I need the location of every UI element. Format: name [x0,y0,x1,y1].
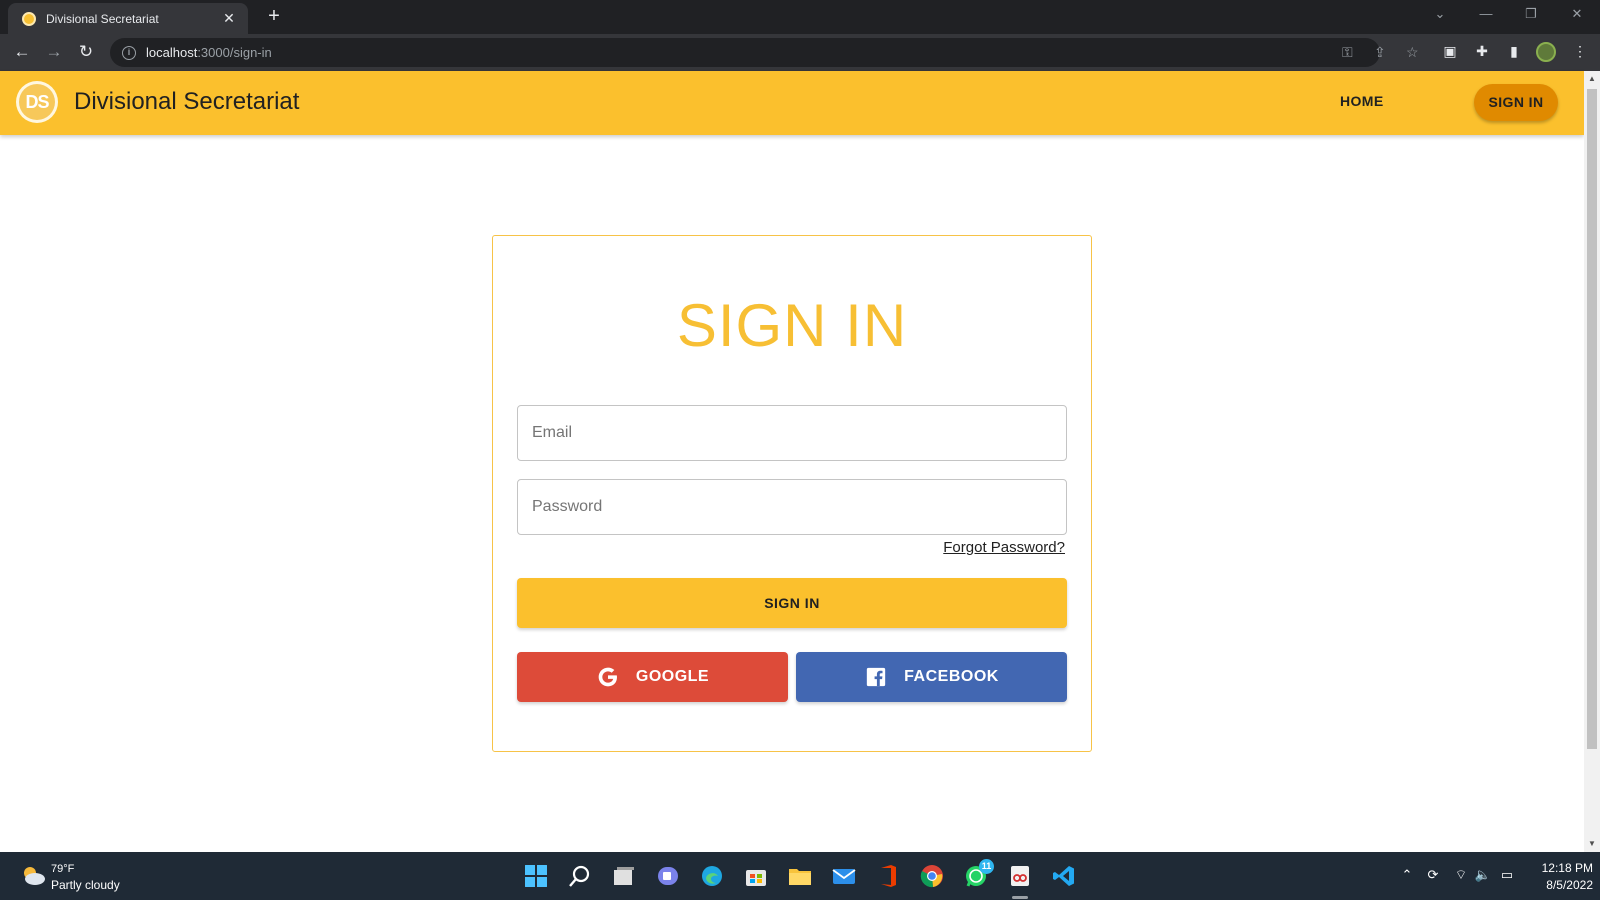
extensions-puzzle-icon[interactable]: ✚ [1472,43,1492,60]
side-panel-icon[interactable]: ▮ [1504,43,1524,60]
google-label: GOOGLE [635,668,710,685]
key-icon[interactable]: ⚿ [1342,44,1353,61]
volume-muted-icon[interactable]: 🔈 [1474,867,1492,883]
browser-tabbar: Divisional Secretariat ✕ + ⌄ — ❐ ✕ [0,0,1600,34]
teams-chat-icon[interactable] [656,864,680,888]
tab-search-icon[interactable]: ⌄ [1430,6,1450,22]
mail-icon[interactable] [832,864,856,888]
back-icon[interactable]: ← [11,41,33,63]
office-icon[interactable] [876,864,900,888]
tab-title: Divisional Secretariat [46,11,159,26]
vscode-icon[interactable] [1052,864,1076,888]
scroll-thumb[interactable] [1587,89,1597,749]
google-signin-button[interactable]: GOOGLE [517,652,788,702]
snipping-active-indicator [1012,896,1028,899]
facebook-label: FACEBOOK [904,668,999,685]
forward-icon[interactable]: → [43,41,65,63]
logo-text: DS [19,84,55,120]
password-field[interactable] [517,479,1067,535]
weather-temperature[interactable]: 79°F [51,863,74,875]
share-icon[interactable]: ⇪ [1374,44,1386,61]
os-taskbar: 79°F Partly cloudy 11 ⌃ ⟳ ⌔ 🔈 ▭ 12:18 PM… [0,852,1600,900]
site-info-icon[interactable]: i [122,45,136,60]
url-host: localhost [146,45,198,60]
forgot-password-link[interactable]: Forgot Password? [943,539,1065,556]
app-header: DS Divisional Secretariat HOME SIGN IN [0,71,1584,135]
battery-icon[interactable]: ▭ [1498,867,1516,883]
browser-toolbar: ← → ↻ i localhost:3000/sign-in ⚿ ⇪ ☆ ▣ ✚… [0,34,1600,71]
facebook-signin-button[interactable]: FACEBOOK [796,652,1067,702]
weather-description[interactable]: Partly cloudy [51,878,120,892]
signin-title: SIGN IN [676,292,908,359]
clock-date[interactable]: 8/5/2022 [1531,878,1593,892]
clock-time[interactable]: 12:18 PM [1531,861,1593,875]
restore-icon[interactable]: ❐ [1521,6,1541,22]
brand-title[interactable]: Divisional Secretariat [74,88,299,116]
wifi-icon[interactable]: ⌔ [1452,867,1470,883]
scroll-down-icon[interactable]: ▼ [1584,836,1600,852]
nav-home-link[interactable]: HOME [1340,93,1384,109]
logo[interactable]: DS [16,81,58,123]
task-view-icon[interactable] [612,864,636,888]
close-tab-icon[interactable]: ✕ [220,10,238,27]
reload-icon[interactable]: ↻ [75,41,97,63]
favicon-icon [22,11,36,26]
email-field[interactable] [517,405,1067,461]
search-icon[interactable] [568,864,592,888]
signin-submit-button[interactable]: SIGN IN [517,578,1067,628]
tray-overflow-icon[interactable]: ⌃ [1398,867,1416,883]
windows-start-icon[interactable] [524,864,548,888]
browser-tab[interactable]: Divisional Secretariat ✕ [8,3,248,34]
profile-avatar[interactable] [1536,42,1556,62]
store-icon[interactable] [744,864,768,888]
whatsapp-badge: 11 [979,859,994,874]
url-path: :3000/sign-in [197,45,272,60]
google-icon [596,665,620,689]
snipping-tool-icon[interactable] [1008,864,1032,888]
bookmark-star-icon[interactable]: ☆ [1406,44,1419,61]
close-window-icon[interactable]: ✕ [1567,6,1587,22]
weather-cloud-icon[interactable] [20,864,46,886]
new-tab-button[interactable]: + [262,5,286,28]
nav-signin-button[interactable]: SIGN IN [1474,84,1558,121]
edge-browser-icon[interactable] [700,864,724,888]
menu-kebab-icon[interactable]: ⋮ [1570,43,1590,60]
signin-card: SIGN IN Forgot Password? SIGN IN GOOGLE … [492,235,1092,752]
facebook-icon [864,665,888,689]
chrome-icon[interactable] [920,864,944,888]
file-explorer-icon[interactable] [788,864,812,888]
page-scrollbar[interactable]: ▲ ▼ [1584,71,1600,852]
address-bar[interactable]: i localhost:3000/sign-in ⚿ ⇪ ☆ [110,38,1419,67]
scroll-up-icon[interactable]: ▲ [1584,71,1600,87]
sync-icon[interactable]: ⟳ [1424,867,1442,883]
minimize-icon[interactable]: — [1476,6,1496,21]
extension-screen-icon[interactable]: ▣ [1440,43,1460,60]
